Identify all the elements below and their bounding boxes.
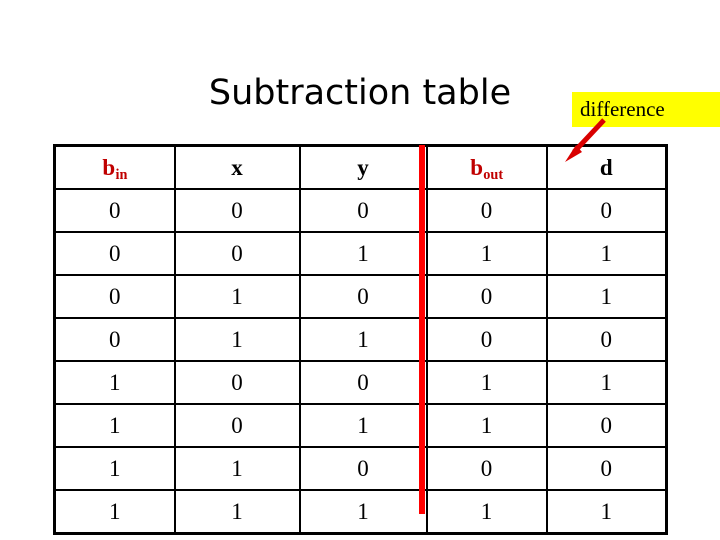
cell-bin: 1 (53, 446, 176, 491)
cell-y: 1 (298, 317, 428, 362)
cell-y: 0 (298, 446, 428, 491)
cell-bin: 1 (53, 360, 176, 405)
cell-d: 0 (545, 317, 668, 362)
column-header-x: x (173, 144, 301, 190)
cell-bin: 0 (53, 188, 176, 233)
cell-x: 0 (173, 360, 301, 405)
cell-bout: 0 (425, 446, 548, 491)
column-header-d: d (545, 144, 668, 190)
column-header-bout: bout (425, 144, 548, 190)
cell-x: 1 (173, 317, 301, 362)
cell-bin: 1 (53, 489, 176, 535)
cell-y: 0 (298, 274, 428, 319)
page-title-text: Subtraction table (208, 73, 512, 113)
table-row: 10110 (53, 403, 668, 448)
red-column-divider (419, 145, 425, 514)
column-header-d-label: d (599, 154, 613, 180)
column-header-bout-label: bout (470, 154, 504, 184)
cell-bout: 0 (425, 317, 548, 362)
table-row: 10011 (53, 360, 668, 405)
cell-x: 1 (173, 274, 301, 319)
cell-bin: 0 (53, 317, 176, 362)
cell-bout: 0 (425, 274, 548, 319)
slide-canvas: Subtraction table bin x y bout d 0 0 0 0… (0, 0, 720, 540)
cell-d: 1 (545, 231, 668, 276)
cell-bout: 1 (425, 489, 548, 535)
cell-d: 1 (545, 360, 668, 405)
cell-d: 0 (545, 403, 668, 448)
cell-d: 0 (545, 446, 668, 491)
table-row: 11000 (53, 446, 668, 491)
truth-table-body: 0000000111010010110010011101101100011111 (53, 188, 668, 535)
difference-callout-label: difference (580, 97, 665, 121)
table-row: 11111 (53, 489, 668, 535)
cell-y: 0 (298, 360, 428, 405)
cell-bout: 0 (425, 188, 548, 233)
table-row: 01001 (53, 274, 668, 319)
truth-table: bin x y bout d 0 0 0 0 0 0 0 1 1 1 0 1 0… (53, 144, 668, 535)
cell-x: 1 (173, 489, 301, 535)
cell-x: 1 (173, 446, 301, 491)
cell-d: 1 (545, 274, 668, 319)
table-row: 00000 (53, 188, 668, 233)
column-header-x-label: x (231, 154, 243, 180)
cell-y: 1 (298, 489, 428, 535)
cell-bin: 0 (53, 274, 176, 319)
cell-bout: 1 (425, 231, 548, 276)
column-header-y: y (298, 144, 428, 190)
table-header-row: bin x y bout d (53, 144, 668, 190)
column-header-y-label: y (357, 154, 369, 180)
table-row: 00111 (53, 231, 668, 276)
cell-d: 1 (545, 489, 668, 535)
column-header-bin-label: bin (102, 154, 128, 184)
subtraction-truth-table: bin x y bout d 0 0 0 0 0 0 0 1 1 1 0 1 0… (53, 144, 668, 535)
cell-x: 0 (173, 188, 301, 233)
cell-bout: 1 (425, 360, 548, 405)
cell-x: 0 (173, 403, 301, 448)
cell-d: 0 (545, 188, 668, 233)
column-header-bin: bin (53, 144, 176, 190)
cell-bin: 0 (53, 231, 176, 276)
cell-bout: 1 (425, 403, 548, 448)
difference-callout-box: difference (572, 92, 720, 127)
table-row: 01100 (53, 317, 668, 362)
cell-y: 1 (298, 231, 428, 276)
cell-x: 0 (173, 231, 301, 276)
cell-y: 1 (298, 403, 428, 448)
cell-y: 0 (298, 188, 428, 233)
cell-bin: 1 (53, 403, 176, 448)
